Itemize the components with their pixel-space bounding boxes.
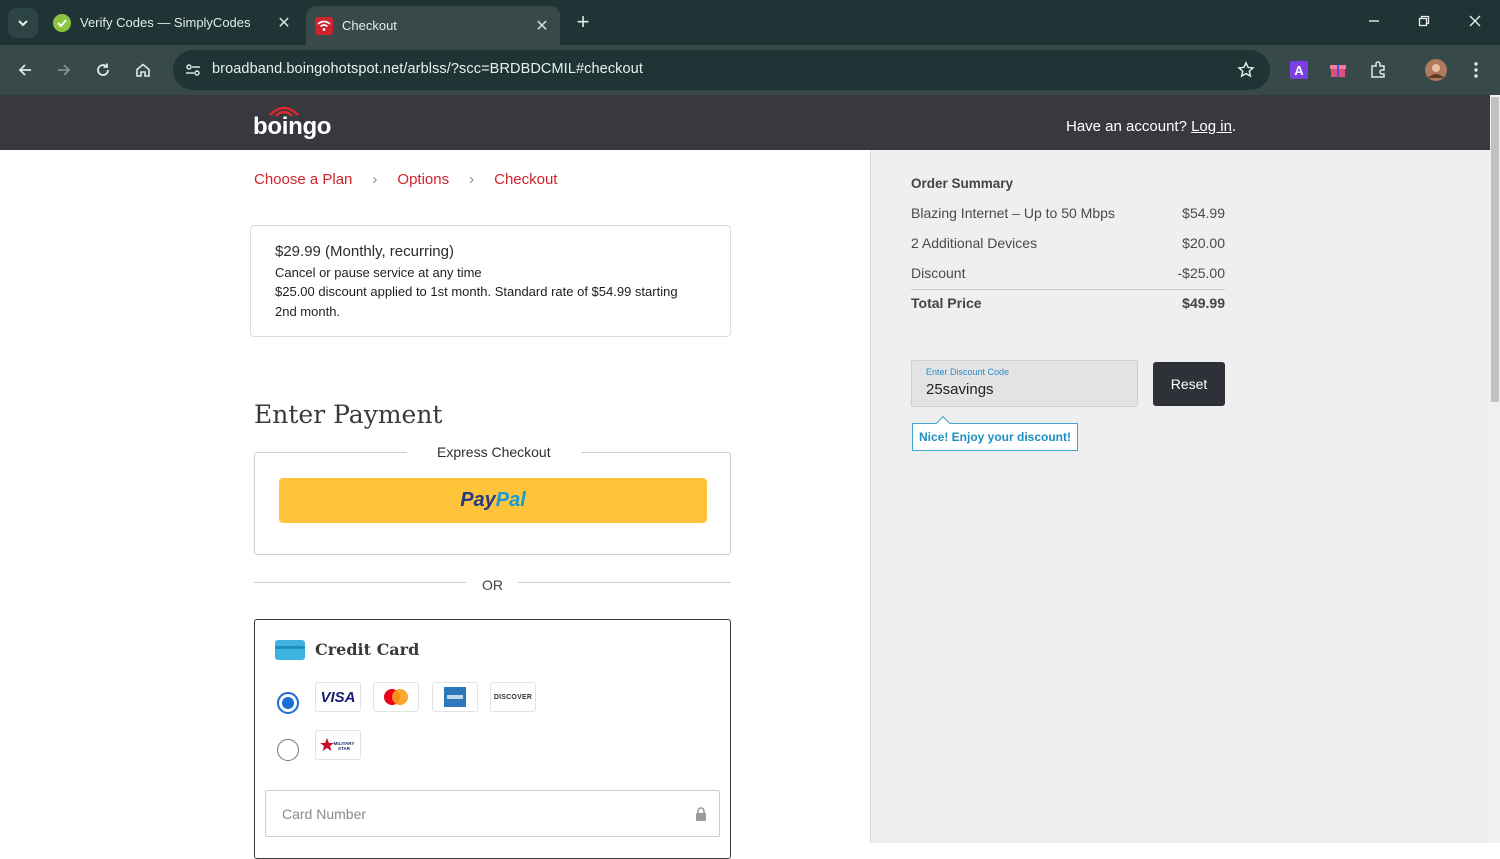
site-settings-icon[interactable] bbox=[181, 58, 205, 82]
discover-logo-text: DISCOVER bbox=[493, 693, 533, 701]
paypal-button[interactable]: Pay Pal bbox=[279, 478, 707, 523]
total-amount: $49.99 bbox=[1182, 295, 1225, 311]
plan-details-box: $29.99 (Monthly, recurring) Cancel or pa… bbox=[250, 225, 731, 337]
svg-text:STAR: STAR bbox=[338, 746, 351, 751]
browser-tab-bar: Verify Codes — SimplyCodes ✕ Checkout ✕ … bbox=[0, 0, 1500, 45]
reset-button[interactable]: Reset bbox=[1153, 362, 1225, 406]
arrow-left-icon bbox=[18, 64, 31, 76]
paypal-logo-pal: Pal bbox=[495, 489, 526, 511]
reload-button[interactable] bbox=[88, 55, 118, 85]
discover-card-icon: DISCOVER bbox=[490, 682, 536, 712]
visa-card-icon: VISA bbox=[315, 682, 361, 712]
tab-checkout[interactable]: Checkout ✕ bbox=[306, 6, 560, 45]
profile-avatar[interactable] bbox=[1423, 57, 1449, 83]
close-tab-icon[interactable]: ✕ bbox=[272, 13, 296, 33]
summary-amount: -$25.00 bbox=[1177, 265, 1225, 281]
tab-title: Checkout bbox=[342, 18, 397, 33]
site-header: boingo Have an account? Log in. bbox=[0, 95, 1490, 150]
page-scrollbar[interactable] bbox=[1490, 95, 1500, 843]
reload-icon bbox=[97, 63, 109, 76]
card-number-field[interactable] bbox=[265, 790, 720, 837]
close-tab-icon[interactable]: ✕ bbox=[530, 16, 554, 36]
login-link[interactable]: Log in bbox=[1191, 118, 1232, 135]
breadcrumb-checkout[interactable]: Checkout bbox=[494, 171, 557, 188]
chevron-right-icon: › bbox=[372, 171, 378, 188]
home-button[interactable] bbox=[128, 55, 158, 85]
url-text[interactable]: broadband.boingohotspot.net/arblss/?scc=… bbox=[212, 61, 643, 77]
summary-row-internet: Blazing Internet – Up to 50 Mbps $54.99 bbox=[911, 205, 1225, 221]
lock-icon bbox=[696, 807, 706, 821]
plan-price: $29.99 (Monthly, recurring) bbox=[275, 243, 454, 260]
summary-label: Discount bbox=[911, 265, 966, 281]
arrow-right-icon bbox=[58, 64, 71, 76]
divider-line bbox=[254, 582, 466, 583]
discount-success-message: Nice! Enjoy your discount! bbox=[912, 423, 1078, 451]
summary-amount: $20.00 bbox=[1182, 235, 1225, 251]
payment-heading: Enter Payment bbox=[254, 400, 443, 429]
visa-logo-text: VISA bbox=[320, 688, 356, 706]
close-window-icon[interactable] bbox=[1461, 10, 1489, 36]
plan-cancel-note: Cancel or pause service at any time bbox=[275, 265, 482, 280]
summary-row-discount: Discount -$25.00 bbox=[911, 265, 1225, 281]
browser-menu-icon[interactable] bbox=[1463, 57, 1489, 83]
new-tab-button[interactable]: + bbox=[570, 10, 596, 36]
extension-gift-icon[interactable] bbox=[1325, 57, 1351, 83]
summary-row-devices: 2 Additional Devices $20.00 bbox=[911, 235, 1225, 251]
summary-amount: $54.99 bbox=[1182, 205, 1225, 221]
address-bar[interactable]: broadband.boingohotspot.net/arblss/?scc=… bbox=[173, 50, 1270, 90]
chevron-right-icon: › bbox=[469, 171, 475, 188]
or-text: OR bbox=[482, 577, 503, 593]
back-button[interactable] bbox=[10, 55, 40, 85]
scrollbar-thumb[interactable] bbox=[1491, 97, 1499, 402]
radio-military-star[interactable] bbox=[277, 739, 299, 761]
mastercard-icon bbox=[373, 682, 419, 712]
login-suffix: . bbox=[1231, 118, 1237, 135]
total-label: Total Price bbox=[911, 295, 982, 311]
chevron-down-icon bbox=[18, 20, 28, 27]
boingo-logo[interactable]: boingo bbox=[253, 103, 333, 143]
amex-card-icon bbox=[432, 682, 478, 712]
order-summary-pane bbox=[870, 150, 1490, 843]
summary-label: 2 Additional Devices bbox=[911, 235, 1038, 251]
svg-text:A: A bbox=[1294, 63, 1304, 78]
credit-card-box: Credit Card VISA DISCOVER MILITARY STAR bbox=[254, 619, 731, 859]
credit-card-title: Credit Card bbox=[315, 640, 420, 659]
express-checkout-label: Express Checkout bbox=[407, 444, 581, 460]
breadcrumb-choose-plan[interactable]: Choose a Plan bbox=[254, 171, 352, 188]
browser-toolbar: broadband.boingohotspot.net/arblss/?scc=… bbox=[0, 45, 1500, 95]
express-checkout-box: Express Checkout Pay Pal bbox=[254, 444, 731, 555]
wifi-icon bbox=[315, 16, 333, 35]
account-prompt-text: Have an account? bbox=[1066, 118, 1187, 135]
breadcrumb: Choose a Plan › Options › Checkout bbox=[254, 171, 557, 188]
paypal-logo-pay: Pay bbox=[460, 489, 496, 511]
summary-row-total: Total Price $49.99 bbox=[911, 295, 1225, 311]
restore-window-icon[interactable] bbox=[1410, 10, 1438, 36]
tab-title: Verify Codes — SimplyCodes bbox=[80, 15, 251, 30]
radio-standard-cards[interactable] bbox=[277, 692, 299, 714]
minimize-window-icon[interactable] bbox=[1360, 10, 1388, 36]
discount-code-field[interactable]: Enter Discount Code 25savings bbox=[911, 360, 1138, 407]
logo-text: boingo bbox=[253, 113, 332, 140]
account-prompt: Have an account? Log in. bbox=[1066, 118, 1236, 135]
extension-a-icon[interactable]: A bbox=[1286, 57, 1312, 83]
breadcrumb-options[interactable]: Options bbox=[397, 171, 449, 188]
military-star-card-icon: MILITARY STAR bbox=[315, 730, 361, 760]
home-icon bbox=[136, 63, 150, 77]
discount-code-label: Enter Discount Code bbox=[926, 367, 1010, 377]
simplycodes-icon bbox=[53, 13, 71, 32]
summary-label: Blazing Internet – Up to 50 Mbps bbox=[911, 205, 1115, 221]
bookmark-star-icon[interactable] bbox=[1234, 58, 1258, 82]
discount-code-value[interactable]: 25savings bbox=[926, 381, 994, 398]
or-divider: OR bbox=[254, 575, 731, 595]
tab-search-button[interactable] bbox=[8, 8, 38, 38]
divider-line bbox=[518, 582, 731, 583]
tab-simplycodes[interactable]: Verify Codes — SimplyCodes ✕ bbox=[44, 6, 302, 39]
summary-divider bbox=[911, 289, 1225, 290]
plan-discount-note: $25.00 discount applied to 1st month. St… bbox=[275, 284, 678, 319]
order-summary-title: Order Summary bbox=[911, 176, 1014, 191]
card-number-input[interactable] bbox=[266, 791, 719, 836]
forward-button[interactable] bbox=[49, 55, 79, 85]
extensions-puzzle-icon[interactable] bbox=[1365, 57, 1391, 83]
credit-card-icon bbox=[275, 640, 305, 660]
